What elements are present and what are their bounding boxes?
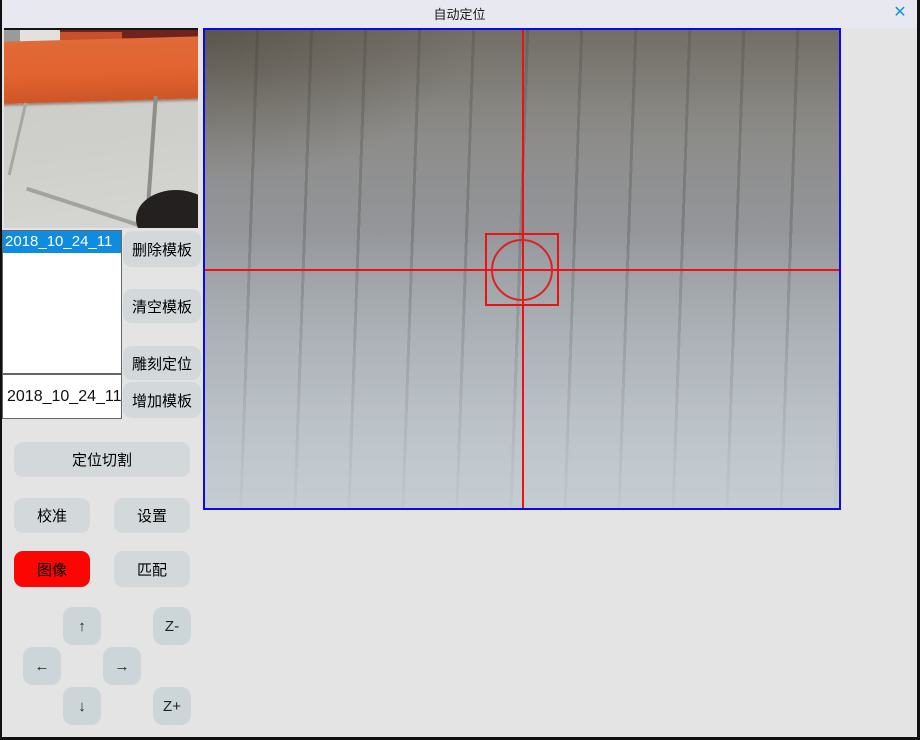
thumb-tile-grout-left bbox=[8, 103, 28, 176]
jog-up-button[interactable]: ↑ bbox=[63, 607, 101, 645]
calibrate-button[interactable]: 校准 bbox=[14, 498, 90, 533]
thumb-dark-object bbox=[136, 190, 198, 228]
template-listbox: 2018_10_24_11 bbox=[2, 230, 122, 374]
title-bar: 自动定位 ✕ bbox=[2, 0, 917, 28]
jog-down-button[interactable]: ↓ bbox=[63, 687, 101, 725]
jog-left-button[interactable]: ← bbox=[23, 647, 61, 685]
clear-templates-button[interactable]: 清空模板 bbox=[123, 289, 201, 323]
window-title: 自动定位 bbox=[2, 4, 917, 23]
engrave-position-button[interactable]: 雕刻定位 bbox=[123, 346, 201, 380]
template-list-item[interactable]: 2018_10_24_11 bbox=[3, 231, 121, 253]
template-name-input[interactable] bbox=[2, 374, 122, 419]
thumb-orange-beam bbox=[4, 36, 198, 104]
auto-position-dialog: 自动定位 ✕ 2018_10_24_11 删除模板 清空模板 雕刻定位 增加模板… bbox=[0, 0, 920, 740]
jog-right-button[interactable]: → bbox=[103, 647, 141, 685]
template-thumbnail-preview bbox=[4, 28, 198, 228]
image-button[interactable]: 图像 bbox=[14, 551, 90, 587]
jog-z-minus-button[interactable]: Z- bbox=[153, 607, 191, 645]
close-icon[interactable]: ✕ bbox=[889, 3, 911, 23]
add-template-button[interactable]: 增加模板 bbox=[123, 382, 201, 418]
roi-circle-overlay bbox=[491, 239, 553, 301]
jog-z-plus-button[interactable]: Z+ bbox=[153, 687, 191, 725]
position-cut-button[interactable]: 定位切割 bbox=[14, 442, 190, 477]
delete-template-button[interactable]: 删除模板 bbox=[123, 231, 201, 267]
match-button[interactable]: 匹配 bbox=[114, 551, 190, 587]
camera-live-view bbox=[203, 28, 841, 510]
thumb-tile-grout-vertical bbox=[146, 96, 158, 204]
settings-button[interactable]: 设置 bbox=[114, 498, 190, 533]
